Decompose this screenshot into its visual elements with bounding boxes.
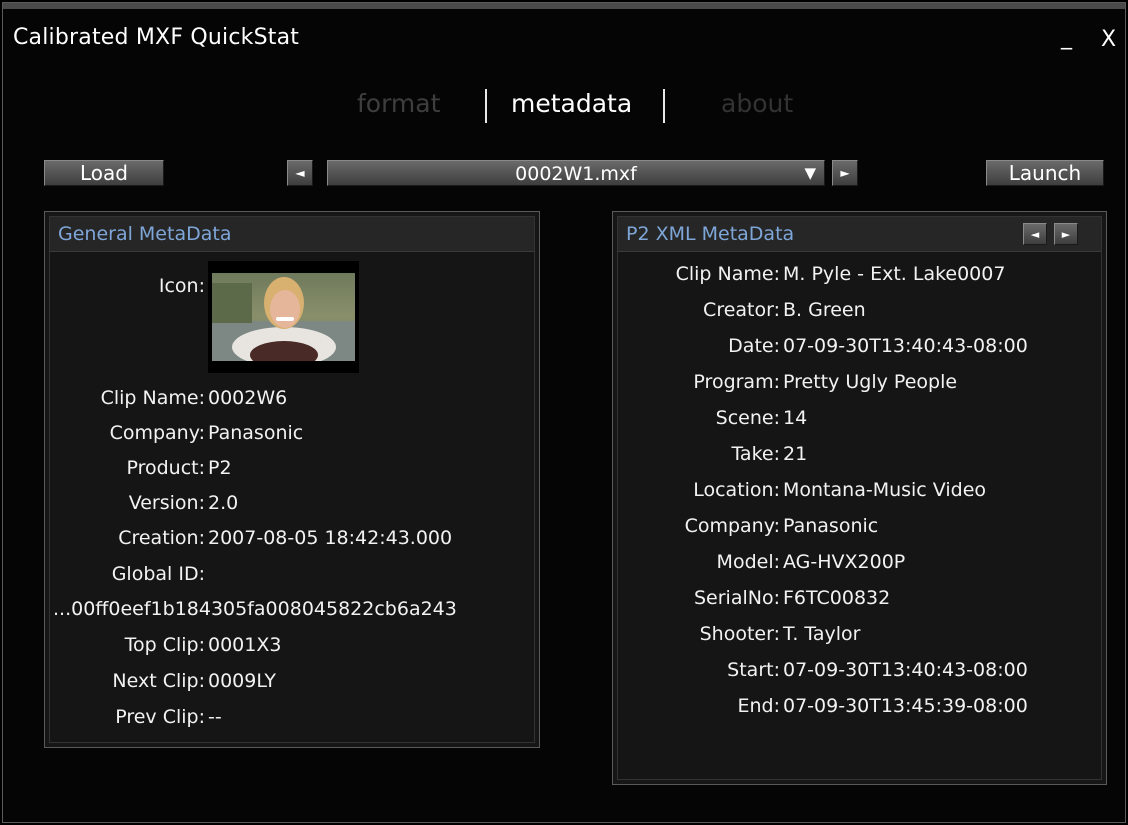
field-value: AG-HVX200P [783, 551, 906, 573]
field-label: Location: [693, 479, 780, 501]
left-arrow-icon: ◄ [295, 166, 305, 180]
field-label: Model: [716, 551, 780, 573]
close-button[interactable]: X [1101, 27, 1116, 52]
window-title: Calibrated MXF QuickStat [13, 25, 300, 50]
field-value: T. Taylor [783, 623, 861, 645]
field-label: Clip Name: [100, 387, 205, 409]
right-arrow-icon: ► [840, 166, 850, 180]
file-select-dropdown[interactable]: 0002W1.mxf ▼ [327, 160, 825, 186]
p2-next-button[interactable]: ► [1054, 223, 1078, 245]
field-label: Company: [684, 515, 780, 537]
field-label: Creation: [118, 527, 205, 549]
field-label: Scene: [715, 407, 780, 429]
launch-button[interactable]: Launch [986, 160, 1104, 186]
panel-title: P2 XML MetaData [626, 223, 795, 245]
p2-xml-metadata-panel: P2 XML MetaData ◄ ► Clip Name: M. Pyle - … [612, 211, 1107, 785]
previous-file-button[interactable]: ◄ [287, 160, 313, 186]
field-label: Product: [126, 457, 205, 479]
field-value: 0002W6 [208, 387, 288, 409]
field-value: 07-09-30T13:45:39-08:00 [783, 695, 1028, 717]
field-value: P2 [208, 457, 232, 479]
tab-format[interactable]: format [357, 89, 440, 118]
panel-header: P2 XML MetaData ◄ ► [618, 217, 1101, 252]
field-label: Top Clip: [124, 634, 205, 656]
left-arrow-icon: ◄ [1030, 227, 1040, 241]
tab-about[interactable]: about [721, 89, 793, 118]
field-label: Date: [728, 335, 780, 357]
field-label: Next Clip: [112, 670, 205, 692]
field-value: 0001X3 [208, 634, 282, 656]
field-label: Program: [693, 371, 780, 393]
general-metadata-panel: General MetaData Icon: Clip Name: 0002W6… [44, 211, 540, 748]
field-label: Version: [128, 492, 205, 514]
title-bar[interactable] [3, 3, 1125, 9]
field-value: -- [208, 706, 222, 728]
field-value: 21 [783, 443, 808, 465]
app-window: Calibrated MXF QuickStat _ X format meta… [2, 2, 1126, 823]
field-value: ...00ff0eef1b184305fa008045822cb6a243 [53, 598, 457, 620]
field-value: M. Pyle - Ext. Lake0007 [783, 263, 1006, 285]
selected-file-name: 0002W1.mxf [515, 163, 637, 185]
field-label: End: [737, 695, 780, 717]
right-arrow-icon: ► [1061, 227, 1071, 241]
next-file-button[interactable]: ► [832, 160, 858, 186]
field-value: 0009LY [208, 670, 277, 692]
field-value: B. Green [783, 299, 866, 321]
field-value: 2.0 [208, 492, 239, 514]
field-label: Start: [727, 659, 780, 681]
field-label: Icon: [158, 275, 205, 297]
field-value: Panasonic [208, 422, 304, 444]
field-value: Panasonic [783, 515, 879, 537]
field-label: SerialNo: [693, 587, 780, 609]
field-value: Montana-Music Video [783, 479, 987, 501]
minimize-button[interactable]: _ [1061, 25, 1072, 50]
tab-metadata[interactable]: metadata [511, 89, 632, 118]
panel-header: General MetaData [50, 217, 534, 252]
field-value: 07-09-30T13:40:43-08:00 [783, 659, 1028, 681]
clip-thumbnail [208, 261, 359, 373]
tab-separator [663, 89, 665, 123]
panel-body: General MetaData Icon: Clip Name: 0002W6… [49, 216, 535, 743]
field-value: F6TC00832 [783, 587, 891, 609]
tab-bar: format metadata about [3, 89, 1125, 129]
p2-previous-button[interactable]: ◄ [1023, 223, 1047, 245]
field-value: 2007-08-05 18:42:43.000 [208, 527, 453, 549]
field-label: Prev Clip: [115, 706, 205, 728]
field-label: Clip Name: [675, 263, 780, 285]
panel-title: General MetaData [58, 223, 232, 245]
field-value: Pretty Ugly People [783, 371, 958, 393]
field-label: Take: [731, 443, 780, 465]
field-label: Company: [109, 422, 205, 444]
field-label: Global ID: [111, 563, 205, 585]
field-value: 14 [783, 407, 808, 429]
field-value: 07-09-30T13:40:43-08:00 [783, 335, 1028, 357]
dropdown-arrow-icon: ▼ [804, 164, 816, 182]
load-button[interactable]: Load [44, 160, 164, 186]
field-label: Creator: [703, 299, 780, 321]
tab-separator [485, 89, 487, 123]
panel-body: P2 XML MetaData ◄ ► Clip Name: M. Pyle - … [617, 216, 1102, 780]
field-label: Shooter: [699, 623, 780, 645]
